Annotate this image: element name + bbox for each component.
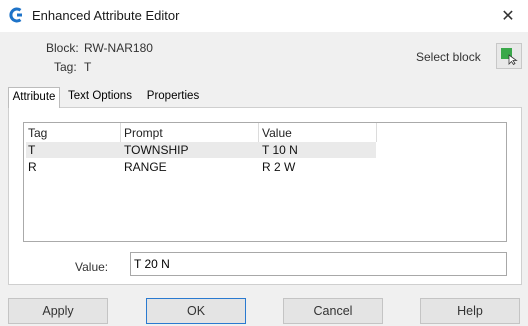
row-value: R 2 W [262,160,296,174]
ok-button[interactable]: OK [146,298,246,324]
column-divider[interactable] [376,123,377,142]
select-block-button[interactable] [496,43,522,69]
block-name: RW-NAR180 [84,41,153,55]
attribute-list[interactable]: Tag Prompt Value T TOWNSHIP T 10 N R RAN… [23,122,507,242]
title-bar: Enhanced Attribute Editor ✕ [0,0,528,32]
window-title: Enhanced Attribute Editor [32,8,180,23]
tab-properties[interactable]: Properties [140,87,206,107]
block-label: Block: [46,41,79,55]
row-tag: R [28,160,37,174]
table-row[interactable]: R RANGE R 2 W [26,159,376,175]
value-label: Value: [75,260,109,274]
select-block-label: Select block [416,50,481,64]
attribute-panel: Tag Prompt Value T TOWNSHIP T 10 N R RAN… [8,107,522,285]
help-button[interactable]: Help [420,298,520,324]
list-header: Tag Prompt Value [24,123,508,142]
tab-text-options-label: Text Options [68,90,132,102]
tab-properties-label: Properties [146,90,200,102]
tab-attribute[interactable]: Attribute [8,87,60,108]
row-prompt: RANGE [124,160,167,174]
select-block-icon [501,48,518,65]
app-icon [8,7,24,23]
cancel-button[interactable]: Cancel [283,298,383,324]
row-prompt: TOWNSHIP [124,143,189,157]
column-header-value[interactable]: Value [262,126,292,140]
close-button[interactable]: ✕ [488,0,528,32]
table-row[interactable]: T TOWNSHIP T 10 N [26,142,376,158]
row-value: T 10 N [262,143,298,157]
column-header-tag[interactable]: Tag [28,126,47,140]
column-divider[interactable] [258,123,259,142]
value-input[interactable] [130,252,507,276]
tag-label: Tag: [54,60,77,74]
close-icon: ✕ [501,8,515,25]
tab-attribute-label: Attribute [12,91,56,103]
column-header-prompt[interactable]: Prompt [124,126,163,140]
row-tag: T [28,143,36,157]
tab-text-options[interactable]: Text Options [60,87,140,107]
enhanced-attribute-editor-dialog: Enhanced Attribute Editor ✕ Block: RW-NA… [0,0,528,326]
apply-button[interactable]: Apply [8,298,108,324]
column-divider[interactable] [120,123,121,142]
tag-value: T [84,60,92,74]
